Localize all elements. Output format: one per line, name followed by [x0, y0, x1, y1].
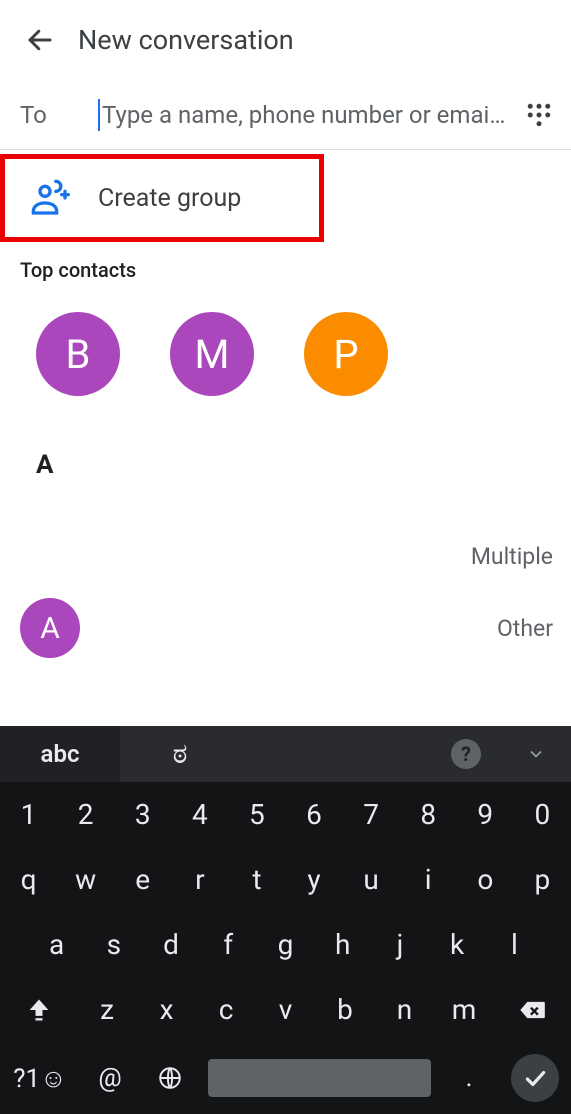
- key[interactable]: j: [371, 912, 428, 977]
- back-icon[interactable]: [20, 20, 60, 60]
- key[interactable]: k: [429, 912, 486, 977]
- globe-key[interactable]: [140, 1065, 200, 1091]
- key[interactable]: s: [85, 912, 142, 977]
- recipient-input[interactable]: Type a name, phone number or email…: [102, 101, 511, 129]
- key[interactable]: v: [256, 977, 315, 1042]
- symbols-key[interactable]: ?1☺: [0, 1063, 80, 1094]
- key[interactable]: 9: [457, 782, 514, 847]
- key[interactable]: q: [0, 847, 57, 912]
- done-key[interactable]: [499, 1054, 571, 1102]
- key[interactable]: l: [486, 912, 543, 977]
- key[interactable]: d: [142, 912, 199, 977]
- top-contact-avatar[interactable]: B: [36, 312, 120, 396]
- key[interactable]: b: [315, 977, 374, 1042]
- keyboard-bottom-row: ?1☺ @ .: [0, 1042, 571, 1114]
- key[interactable]: 4: [171, 782, 228, 847]
- keyboard: abc ಠ ? 1 2 3 4 5 6 7 8 9 0 q w: [0, 726, 571, 1114]
- key[interactable]: n: [375, 977, 434, 1042]
- key[interactable]: a: [28, 912, 85, 977]
- contact-avatar: A: [20, 598, 80, 658]
- top-contacts-row: B M P: [0, 282, 571, 396]
- key[interactable]: 0: [514, 782, 571, 847]
- backspace-key[interactable]: [494, 977, 571, 1042]
- keyboard-tab-abc[interactable]: abc: [0, 726, 120, 782]
- key[interactable]: i: [400, 847, 457, 912]
- text-cursor: [98, 99, 100, 131]
- key[interactable]: m: [434, 977, 493, 1042]
- spacer: [240, 726, 431, 782]
- key[interactable]: c: [196, 977, 255, 1042]
- spacebar-key[interactable]: [208, 1059, 431, 1097]
- key[interactable]: f: [200, 912, 257, 977]
- keyboard-tab-lang[interactable]: ಠ: [120, 726, 240, 782]
- key[interactable]: 6: [285, 782, 342, 847]
- list-section-header: A: [0, 396, 571, 480]
- key[interactable]: w: [57, 847, 114, 912]
- shift-key[interactable]: [0, 977, 77, 1042]
- header: New conversation: [0, 0, 571, 80]
- key[interactable]: r: [171, 847, 228, 912]
- key[interactable]: z: [77, 977, 136, 1042]
- key-row: z x c v b n m: [0, 977, 571, 1042]
- key[interactable]: 7: [343, 782, 400, 847]
- contact-row[interactable]: A Other: [0, 592, 571, 664]
- keyboard-collapse-icon[interactable]: [501, 726, 571, 782]
- key-row: 1 2 3 4 5 6 7 8 9 0: [0, 782, 571, 847]
- key[interactable]: p: [514, 847, 571, 912]
- at-key[interactable]: @: [80, 1063, 140, 1093]
- period-key[interactable]: .: [439, 1063, 499, 1093]
- key[interactable]: 3: [114, 782, 171, 847]
- to-label: To: [20, 101, 98, 129]
- keyboard-topbar: abc ಠ ?: [0, 726, 571, 782]
- key[interactable]: 8: [400, 782, 457, 847]
- key[interactable]: u: [343, 847, 400, 912]
- dialpad-icon[interactable]: [519, 95, 559, 135]
- page-title: New conversation: [78, 24, 294, 56]
- key[interactable]: o: [457, 847, 514, 912]
- key-row: q w e r t y u i o p: [0, 847, 571, 912]
- key[interactable]: t: [228, 847, 285, 912]
- key[interactable]: e: [114, 847, 171, 912]
- key[interactable]: 5: [228, 782, 285, 847]
- group-add-icon: [30, 178, 70, 218]
- key[interactable]: x: [137, 977, 196, 1042]
- key[interactable]: y: [285, 847, 342, 912]
- keyboard-keys: 1 2 3 4 5 6 7 8 9 0 q w e r t y u i o: [0, 782, 571, 1042]
- top-contacts-title: Top contacts: [0, 246, 571, 282]
- key[interactable]: g: [257, 912, 314, 977]
- create-group-button[interactable]: Create group: [0, 150, 571, 246]
- top-contact-avatar[interactable]: P: [304, 312, 388, 396]
- contact-sublabel: Multiple: [471, 543, 553, 570]
- create-group-label: Create group: [98, 184, 241, 213]
- key-row: a s d f g h j k l: [0, 912, 571, 977]
- contact-sublabel: Other: [497, 615, 571, 642]
- key[interactable]: 1: [0, 782, 57, 847]
- contact-row[interactable]: Multiple: [0, 520, 571, 592]
- top-contact-avatar[interactable]: M: [170, 312, 254, 396]
- key[interactable]: h: [314, 912, 371, 977]
- keyboard-help-icon[interactable]: ?: [431, 726, 501, 782]
- create-group-row: Create group: [0, 150, 571, 246]
- key[interactable]: 2: [57, 782, 114, 847]
- recipient-row: To Type a name, phone number or email…: [0, 80, 571, 150]
